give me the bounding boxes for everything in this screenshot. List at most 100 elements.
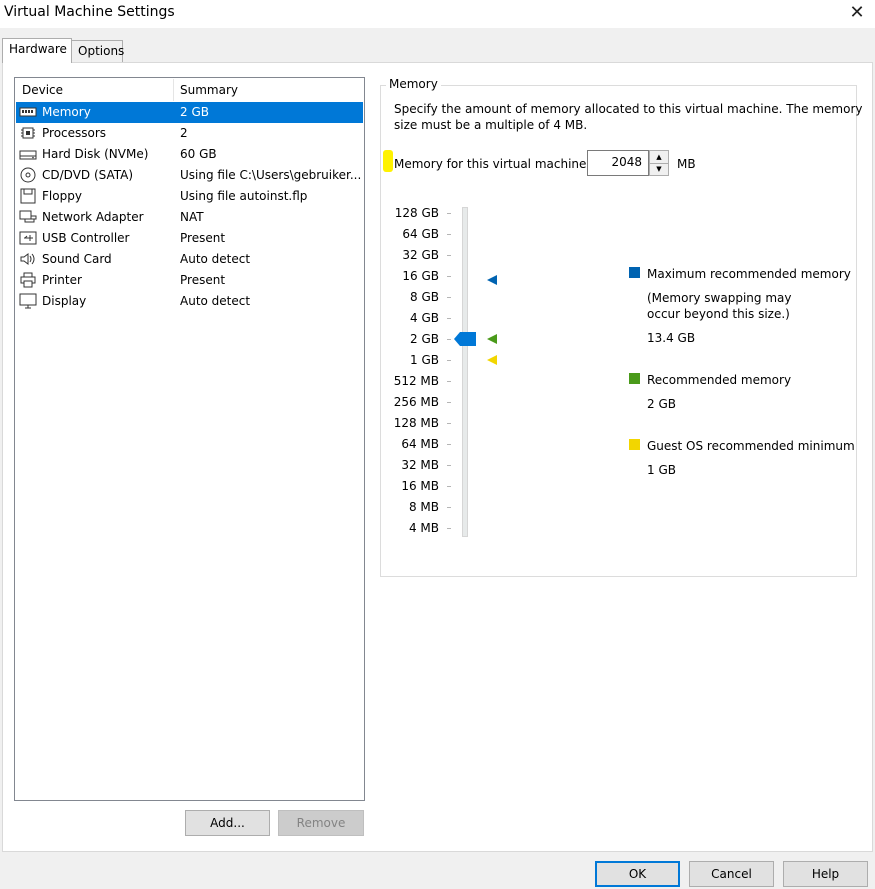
- hard-disk-icon: [19, 146, 37, 162]
- cancel-button[interactable]: Cancel: [689, 861, 774, 887]
- tab-options[interactable]: Options: [71, 40, 124, 62]
- scale-label: 4 MB: [408, 521, 439, 535]
- close-icon[interactable]: ✕: [846, 2, 868, 24]
- memory-unit: MB: [677, 157, 696, 171]
- memory-group-title: Memory: [386, 77, 441, 91]
- max-recommended-note-line2: occur beyond this size.): [647, 307, 790, 321]
- memory-slider-thumb[interactable]: [452, 332, 478, 346]
- usb-icon: [19, 230, 37, 246]
- speaker-icon: [19, 251, 37, 267]
- device-summary: NAT: [180, 210, 204, 224]
- device-row-hard-disk-nvme[interactable]: Hard Disk (NVMe) 60 GB: [16, 144, 363, 165]
- max-recommended-title: Maximum recommended memory: [647, 267, 851, 281]
- scale-label: 1 GB: [410, 353, 439, 367]
- device-summary: 2: [180, 126, 188, 140]
- scale-label: 64 GB: [402, 227, 439, 241]
- device-row-memory[interactable]: Memory 2 GB: [16, 102, 363, 123]
- scale-tick: [447, 213, 451, 214]
- device-row-network-adapter[interactable]: Network Adapter NAT: [16, 207, 363, 228]
- processor-icon: [19, 125, 37, 141]
- remove-button[interactable]: Remove: [278, 810, 364, 836]
- scale-tick: [447, 255, 451, 256]
- device-row-usb-controller[interactable]: USB Controller Present: [16, 228, 363, 249]
- minimum-title: Guest OS recommended minimum: [647, 439, 855, 453]
- device-summary: Present: [180, 273, 226, 287]
- max-recommended-marker-icon: [487, 275, 497, 285]
- recommended-marker-icon: [487, 334, 497, 344]
- scale-tick: [447, 465, 451, 466]
- scale-label: 16 MB: [401, 479, 439, 493]
- device-name: USB Controller: [42, 231, 130, 245]
- memory-description-line1: Specify the amount of memory allocated t…: [394, 102, 863, 116]
- device-name: Processors: [42, 126, 107, 140]
- scale-label: 2 GB: [410, 332, 439, 346]
- scale-label: 128 GB: [394, 206, 439, 220]
- printer-icon: [19, 272, 37, 288]
- memory-field-label: Memory for this virtual machine:: [394, 157, 591, 171]
- minimum-value: 1 GB: [647, 463, 676, 477]
- recommended-title: Recommended memory: [647, 373, 792, 387]
- device-name: Network Adapter: [42, 210, 144, 224]
- scale-tick: [447, 423, 451, 424]
- scale-tick: [447, 507, 451, 508]
- scale-tick: [447, 276, 451, 277]
- highlight-mark: [383, 150, 393, 172]
- device-row-floppy[interactable]: Floppy Using file autoinst.flp: [16, 186, 363, 207]
- recommended-value: 2 GB: [647, 397, 676, 411]
- device-row-cd-dvd-sata[interactable]: CD/DVD (SATA) Using file C:\Users\gebruik…: [16, 165, 363, 186]
- scale-tick: [447, 486, 451, 487]
- window-title: Virtual Machine Settings: [4, 4, 175, 20]
- memory-input[interactable]: 2048: [611, 155, 642, 169]
- device-summary: Auto detect: [180, 294, 251, 308]
- scale-label: 128 MB: [393, 416, 439, 430]
- device-name: Memory: [42, 105, 91, 119]
- column-separator[interactable]: [173, 79, 174, 101]
- device-summary: Using file autoinst.flp: [180, 189, 308, 203]
- scale-label: 4 GB: [410, 311, 439, 325]
- column-header-device[interactable]: Device: [22, 83, 63, 97]
- memory-input-box[interactable]: 2048: [587, 150, 649, 176]
- memory-description-line2: size must be a multiple of 4 MB.: [394, 118, 588, 132]
- device-name: Printer: [42, 273, 82, 287]
- device-row-sound-card[interactable]: Sound Card Auto detect: [16, 249, 363, 270]
- cd-dvd-icon: [19, 167, 37, 183]
- minimum-legend-icon: [629, 439, 640, 450]
- max-recommended-legend-icon: [629, 267, 640, 278]
- device-summary: Auto detect: [180, 252, 251, 266]
- memory-spinner[interactable]: ▲ ▼: [649, 150, 669, 176]
- device-name: Floppy: [42, 189, 82, 203]
- tab-hardware[interactable]: Hardware: [2, 38, 72, 63]
- scale-label: 8 GB: [410, 290, 439, 304]
- display-icon: [19, 293, 37, 309]
- scale-label: 8 MB: [408, 500, 439, 514]
- scale-label: 64 MB: [401, 437, 439, 451]
- scale-label: 32 MB: [401, 458, 439, 472]
- scale-tick: [447, 402, 451, 403]
- device-summary: Present: [180, 231, 226, 245]
- device-row-processors[interactable]: Processors 2: [16, 123, 363, 144]
- ok-button[interactable]: OK: [595, 861, 680, 887]
- memory-slider-track[interactable]: [462, 207, 468, 537]
- scale-tick: [447, 318, 451, 319]
- max-recommended-note-line1: (Memory swapping may: [647, 291, 792, 305]
- minimum-marker-icon: [487, 355, 497, 365]
- device-summary: Using file C:\Users\gebruiker...: [180, 168, 362, 182]
- device-row-printer[interactable]: Printer Present: [16, 270, 363, 291]
- scale-label: 512 MB: [393, 374, 439, 388]
- help-button[interactable]: Help: [783, 861, 868, 887]
- memory-icon: [19, 104, 37, 120]
- device-summary: 2 GB: [180, 105, 209, 119]
- add-button[interactable]: Add...: [185, 810, 270, 836]
- device-name: Display: [42, 294, 87, 308]
- scale-label: 32 GB: [402, 248, 439, 262]
- floppy-icon: [19, 188, 37, 204]
- spin-down-icon[interactable]: ▼: [650, 163, 668, 175]
- column-header-summary[interactable]: Summary: [180, 83, 238, 97]
- scale-tick: [447, 339, 451, 340]
- scale-tick: [447, 528, 451, 529]
- device-row-display[interactable]: Display Auto detect: [16, 291, 363, 312]
- scale-tick: [447, 234, 451, 235]
- device-summary: 60 GB: [180, 147, 217, 161]
- scale-tick: [447, 360, 451, 361]
- scale-label: 256 MB: [393, 395, 439, 409]
